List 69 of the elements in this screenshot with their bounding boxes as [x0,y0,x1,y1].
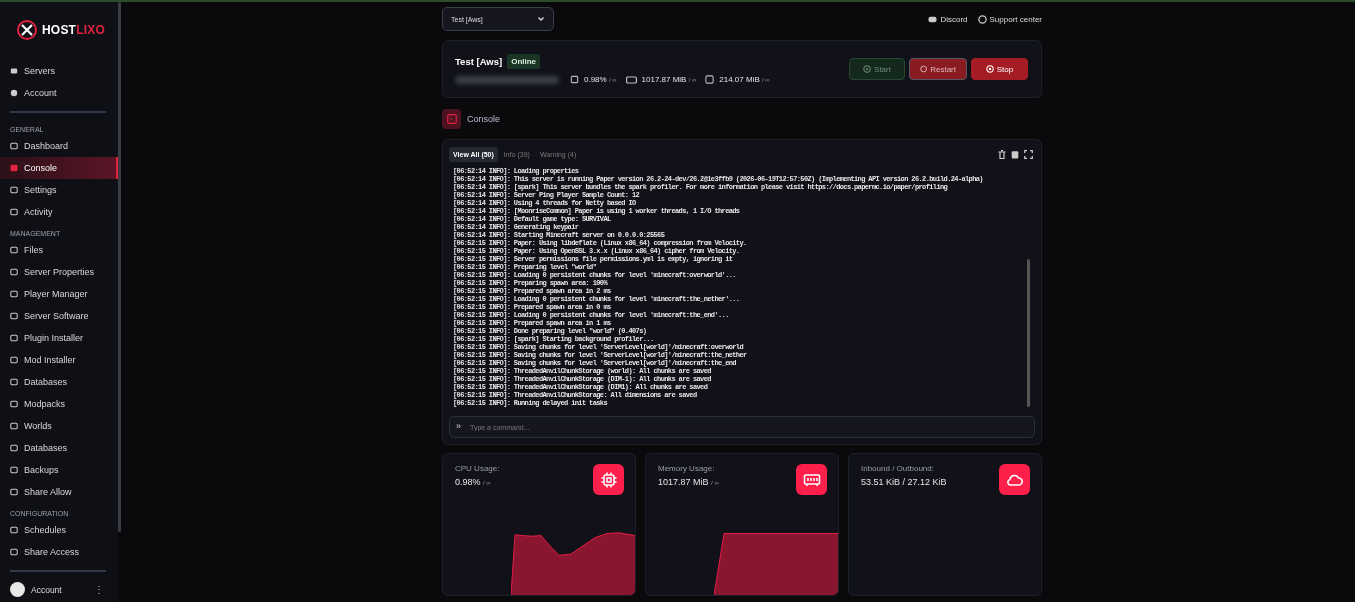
trash-icon[interactable] [998,149,1006,159]
cpu-icon [570,75,579,84]
nav-icon [10,444,18,452]
server-name: Test [Aws] [455,56,503,67]
clipboard-icon[interactable] [1011,149,1019,159]
logo-text: HOSTLIXO [42,23,105,37]
nav-icon [10,290,18,298]
stat-label: Inbound / Outbound: [861,464,935,473]
nav-icon [10,142,18,150]
expand-icon[interactable] [1024,149,1033,159]
nav-item[interactable]: Console [0,157,118,179]
prompt-icon: » [456,421,461,432]
stop-button[interactable]: Stop [971,58,1028,80]
nav-item[interactable]: Share Allow [0,481,118,503]
nav-item[interactable]: Settings [0,179,118,201]
stat-label: CPU Usage: [455,464,500,473]
nav-icon [10,208,18,216]
menu-button[interactable]: ⋮ [90,584,108,595]
cloud-icon [999,464,1030,495]
stop-icon [985,65,994,73]
nav-item[interactable]: Mod Installer [0,349,118,371]
nav-item[interactable]: Modpacks [0,393,118,415]
stat-value: 53.51 KiB / 27.12 KiB [861,477,947,487]
logo-icon [14,19,40,41]
nav-icon [10,246,18,254]
chip-icon [593,464,624,495]
nav-icon [10,356,18,364]
account-label[interactable]: Account [31,584,84,595]
nav-item[interactable]: Account [0,82,118,104]
chevron-icon [537,16,545,22]
play-icon [863,65,872,73]
memory-icon [625,75,637,84]
nav-icon [10,186,18,194]
avatar [10,582,25,597]
nav-item[interactable]: Databases [0,371,118,393]
nav-item[interactable]: Databases [0,437,118,459]
nav-icon [10,378,18,386]
status-badge: Online [507,54,541,69]
stat-label: Memory Usage: [658,464,716,473]
section-title: Console [467,114,501,124]
nav-icon [10,488,18,496]
ram-icon [796,464,827,495]
nav-item[interactable]: Activity [0,201,118,223]
terminal-icon [442,109,461,129]
globe-icon [977,14,987,24]
nav-item[interactable]: Plugin Installer [0,327,118,349]
nav-icon [10,422,18,430]
nav-item[interactable]: Files [0,239,118,261]
nav-item[interactable]: Dashboard [0,135,118,157]
restart-button[interactable]: Restart [909,58,967,80]
nav-item[interactable]: Server Properties [0,261,118,283]
header-link[interactable]: Discord [928,14,968,24]
nav-item[interactable]: Backups [0,459,118,481]
nav-icon [10,312,18,320]
nav-icon [10,466,18,474]
header-link[interactable]: Support center [977,14,1042,24]
nav-item[interactable]: Servers [0,60,118,82]
nav-icon [10,268,18,276]
nav-item[interactable]: Schedules [0,519,118,541]
nav-icon [10,400,18,408]
nav-item[interactable]: Share Access [0,541,118,563]
nav-icon [10,334,18,342]
nav-icon [10,164,18,172]
nav-icon [10,526,18,534]
nav-item[interactable]: Worlds [0,415,118,437]
nav-icon [10,548,18,556]
refresh-icon [920,65,928,73]
nav-item[interactable]: Player Manager [0,283,118,305]
nav-item[interactable]: Server Software [0,305,118,327]
